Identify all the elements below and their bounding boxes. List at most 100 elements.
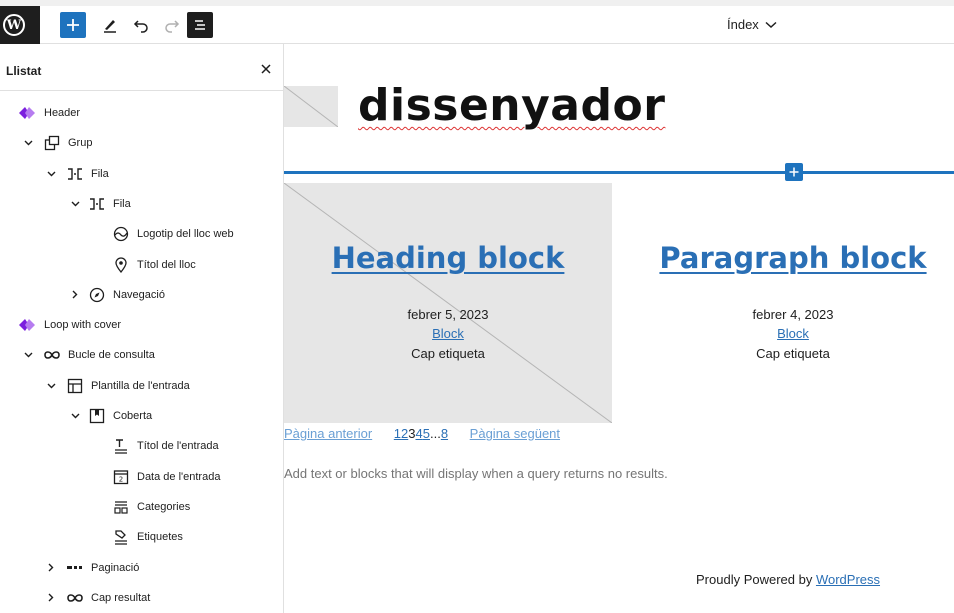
chevron-down-icon[interactable] <box>70 199 80 209</box>
list-view-item-label: Fila <box>113 197 131 210</box>
post-title-link[interactable]: Heading block <box>284 241 612 275</box>
close-sidebar-button[interactable] <box>258 61 274 77</box>
list-view-item-label: Loop with cover <box>44 319 122 332</box>
list-view-item[interactable]: 2 Data de l'entrada <box>0 462 284 492</box>
pagination-icon <box>66 559 84 577</box>
document-title-button[interactable]: Índex <box>727 17 777 32</box>
wordpress-icon: W <box>3 14 25 36</box>
undo-button[interactable] <box>128 12 154 38</box>
post-category-link[interactable]: Block <box>284 326 612 341</box>
pagination-next-link[interactable]: Pàgina següent <box>470 426 560 441</box>
block-inserter-line <box>284 171 954 174</box>
pattern-diamond-icon <box>18 104 36 122</box>
plus-icon <box>789 167 799 177</box>
list-view-item-label: Plantilla de l'entrada <box>91 379 190 392</box>
loop-icon <box>43 346 61 364</box>
pagination-page-1[interactable]: 1 <box>394 426 401 441</box>
list-view-item-label: Data de l'entrada <box>137 470 221 483</box>
list-view-item-label: Paginació <box>91 561 140 574</box>
list-view-item-label: Fila <box>91 167 109 180</box>
pagination-page-4[interactable]: 4 <box>416 426 423 441</box>
redo-button[interactable] <box>159 12 185 38</box>
footer-wordpress-link[interactable]: WordPress <box>816 572 880 587</box>
list-view-item[interactable]: Cap resultat <box>0 583 284 613</box>
list-view-item[interactable]: Fila <box>0 189 284 219</box>
site-title[interactable]: dissenyador <box>358 80 665 131</box>
post-tags: Cap etiqueta <box>756 346 830 361</box>
pagination-previous-link[interactable]: Pàgina anterior <box>284 426 372 441</box>
list-view-item[interactable]: Bucle de consulta <box>0 340 284 370</box>
compass-icon <box>88 286 106 304</box>
chevron-down-icon <box>765 21 777 28</box>
loop-icon <box>66 589 84 607</box>
editor-toolbar: W Índex <box>0 6 954 44</box>
document-title: Índex <box>727 17 759 32</box>
list-view-item[interactable]: Plantilla de l'entrada <box>0 371 284 401</box>
post-date: febrer 5, 2023 <box>407 307 489 322</box>
list-view-item[interactable]: Navegació <box>0 280 284 310</box>
editor-canvas: dissenyador Heading block febrer 5, 2023… <box>284 44 954 613</box>
pagination-last-page[interactable]: 8 <box>441 426 448 441</box>
pagination-ellipsis: ... <box>429 426 441 441</box>
site-logo-icon <box>112 225 130 243</box>
list-view-item-label: Etiquetes <box>137 531 183 544</box>
list-view-item-label: Bucle de consulta <box>68 349 155 362</box>
redo-icon <box>165 20 180 33</box>
chevron-down-icon[interactable] <box>46 169 56 179</box>
tags-icon <box>112 528 130 546</box>
list-view-item-label: Categories <box>137 500 191 513</box>
list-view-item[interactable]: Fila <box>0 159 284 189</box>
tools-button[interactable] <box>97 12 123 38</box>
list-view-item[interactable]: Coberta <box>0 401 284 431</box>
list-view-item[interactable]: Grup <box>0 128 284 158</box>
pattern-diamond-icon <box>18 316 36 334</box>
list-view-item-label: Títol de l'entrada <box>137 440 219 453</box>
pagination-page-2[interactable]: 2 <box>401 426 408 441</box>
sidebar-header: Llistat <box>0 44 283 91</box>
list-view-item[interactable]: Títol del lloc <box>0 250 284 280</box>
list-view-item[interactable]: Títol de l'entrada <box>0 431 284 461</box>
layout-icon <box>66 377 84 395</box>
list-view-item-label: Cap resultat <box>91 591 151 604</box>
chevron-right-icon[interactable] <box>70 290 80 300</box>
list-view-button[interactable] <box>187 12 213 38</box>
pencil-icon <box>104 20 116 33</box>
add-block-button[interactable] <box>60 12 86 38</box>
list-view-item-label: Navegació <box>113 288 165 301</box>
pagination-current-page: 3 <box>408 426 416 441</box>
list-view-item-label: Header <box>44 107 81 119</box>
cover-icon <box>88 407 106 425</box>
list-view-icon <box>195 20 205 30</box>
wordpress-logo-button[interactable]: W <box>0 6 40 44</box>
list-view-item[interactable]: Paginació <box>0 553 284 583</box>
post-date: febrer 4, 2023 <box>752 307 834 322</box>
row-icon <box>88 195 106 213</box>
chevron-right-icon[interactable] <box>46 563 56 573</box>
post-date-icon: 2 <box>112 468 130 486</box>
plus-icon <box>67 19 79 31</box>
list-view-item[interactable]: Etiquetes <box>0 522 284 552</box>
list-view-item[interactable]: Header <box>0 98 284 128</box>
no-results-placeholder[interactable]: Add text or blocks that will display whe… <box>284 466 668 481</box>
post-card: Paragraph block febrer 4, 2023 Block Cap… <box>629 183 954 423</box>
close-icon <box>261 64 271 74</box>
cover-placeholder-diagonal-icon <box>284 183 612 423</box>
pagination-page-5[interactable]: 5 <box>423 426 430 441</box>
site-logo-placeholder[interactable] <box>284 86 338 127</box>
list-view-item[interactable]: Loop with cover <box>0 310 284 340</box>
chevron-right-icon[interactable] <box>46 593 56 603</box>
undo-icon <box>133 20 148 33</box>
footer-credit-text: Proudly Powered by <box>696 572 816 587</box>
post-card: Heading block febrer 5, 2023 Block Cap e… <box>284 183 612 423</box>
post-category-link[interactable]: Block <box>629 326 954 341</box>
post-tags: Cap etiqueta <box>411 346 485 361</box>
list-view-item-label: Grup <box>68 137 93 150</box>
chevron-down-icon[interactable] <box>70 411 80 421</box>
chevron-down-icon[interactable] <box>23 138 33 148</box>
list-view-item[interactable]: Categories <box>0 492 284 522</box>
chevron-down-icon[interactable] <box>23 350 33 360</box>
post-title-link[interactable]: Paragraph block <box>629 241 954 275</box>
list-view-item[interactable]: Logotip del lloc web <box>0 219 284 249</box>
inline-inserter-button[interactable] <box>785 163 803 181</box>
chevron-down-icon[interactable] <box>46 381 56 391</box>
